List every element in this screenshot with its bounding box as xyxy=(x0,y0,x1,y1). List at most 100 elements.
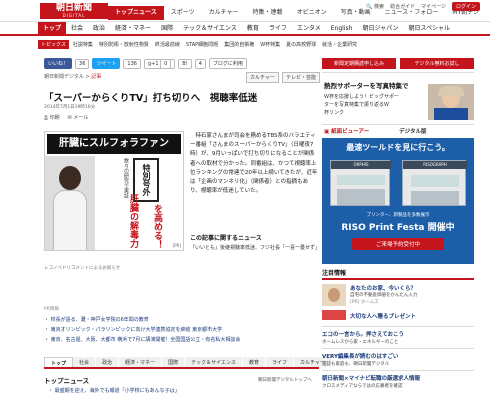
search-icon: 🔍 xyxy=(366,4,373,10)
section-entertainment[interactable]: エンタメ xyxy=(292,22,326,34)
featured-item-title[interactable]: VERY編集長が読むのはすごい xyxy=(322,352,398,360)
ad-sub2: を高める！ xyxy=(152,204,162,249)
social-buttons: いいね！ 36 ツイート 136 g+1 0 B! 4 ブログに利用 xyxy=(44,58,247,69)
promo-photo[interactable] xyxy=(428,84,474,120)
print-link[interactable]: ⎙ 印刷 xyxy=(44,114,60,121)
topnav-top-news[interactable]: トップニュース xyxy=(108,6,164,20)
article-date: 2014年7月1日19時16分 xyxy=(44,105,96,110)
pr-link[interactable]: ・ 校長が語る、灘・神戸女学院の6年間の教育 xyxy=(44,315,314,325)
digital-trial-button[interactable]: デジタル無料お試し xyxy=(400,58,474,69)
top-news-title: トップニュース xyxy=(44,377,90,385)
topic-link[interactable]: 社説特集 xyxy=(73,41,93,48)
ad-headline: 肝臓にスルフォラファン xyxy=(47,134,181,154)
article-tools: ⎙ 印刷 ✉ メール xyxy=(44,114,88,121)
section-life[interactable]: ライフ xyxy=(264,22,292,34)
tab-top[interactable]: トップ xyxy=(44,357,74,367)
tweet-button[interactable]: ツイート xyxy=(92,58,121,69)
mypage-link[interactable]: マイページ xyxy=(421,3,446,10)
section-english[interactable]: English xyxy=(326,22,358,34)
featured-item-sub: 雑誌も家庭も、朝日新聞デジタル xyxy=(322,362,390,367)
ad-person-photo xyxy=(45,156,95,250)
pr-link[interactable]: ・ 東京、名古屋、大阪、大都市 横浜で7月に講演開催！全国国語公立・有名私大相談… xyxy=(44,335,314,345)
topnav-opinion[interactable]: オピニオン xyxy=(290,6,334,20)
section-nav: トップ 社会 政治 経済・マネー 国際 テック＆サイエンス 教育 ライフ エンタ… xyxy=(0,22,490,36)
guide-link[interactable]: 総合ガイド xyxy=(390,3,415,10)
featured-thumb[interactable] xyxy=(322,310,346,320)
paper-viewer-link[interactable]: ▣ 紙面ビューアー xyxy=(324,127,369,135)
tab-politics[interactable]: 政治 xyxy=(96,357,120,367)
featured-item-title[interactable]: 朝日新聞×マイナビ転職の厳選求人情報 xyxy=(322,374,420,382)
print-icon: ⎙ xyxy=(44,115,49,121)
featured-header: 注目情報 xyxy=(322,268,474,280)
article-body: 特石家さんまが司会を務めるTBS系のバラエティー番組「さんまのスーパーからくりT… xyxy=(190,133,318,195)
breadcrumb-home[interactable]: 朝日新聞デジタル xyxy=(44,74,84,80)
tab-tech[interactable]: テック＆サイエンス xyxy=(185,357,243,367)
hatena-button[interactable]: B! xyxy=(178,58,192,69)
topic-link[interactable]: W杯特集 xyxy=(260,41,280,48)
tab-economy[interactable]: 経済・マネー xyxy=(119,357,163,367)
featured-item-sub: ホームレスから家・エネルギーのこと xyxy=(322,340,399,345)
search-link[interactable]: 🔍 検索 xyxy=(366,3,384,10)
featured-thumb[interactable] xyxy=(322,284,346,306)
topnav-features[interactable]: 特集・連載 xyxy=(246,6,290,20)
tab-life[interactable]: ライフ xyxy=(265,357,294,367)
breadcrumb: 朝日新聞デジタル > 記事 xyxy=(44,74,102,80)
facebook-like-button[interactable]: いいね！ xyxy=(44,58,73,69)
login-button[interactable]: ログイン xyxy=(451,2,480,11)
section-society[interactable]: 社会 xyxy=(66,22,88,34)
topic-link[interactable]: 夏の高校野球 xyxy=(286,41,316,48)
ad-sub1: 肝臓の解毒力 xyxy=(128,194,138,248)
topic-link[interactable]: 就活・企業研究 xyxy=(322,41,357,48)
tab-society[interactable]: 社会 xyxy=(73,357,97,367)
mail-link[interactable]: ✉ メール xyxy=(68,114,89,121)
topic-link[interactable]: STAP細胞問題 xyxy=(186,41,218,48)
topic-link[interactable]: 集団的自衛権 xyxy=(224,41,254,48)
related-item[interactable]: 「いいとも」後継視聴率低迷、フジ社長「一喜一憂せず」 xyxy=(190,244,320,252)
bottom-tabs: トップ 社会 政治 経済・マネー 国際 テック＆サイエンス 教育 ライフ カルチ… xyxy=(44,357,332,369)
banner-cta-button[interactable]: ご来場予約受付中 xyxy=(352,238,444,250)
tag-tv[interactable]: テレビ・芸能 xyxy=(281,72,320,83)
section-international[interactable]: 国際 xyxy=(156,22,178,34)
paper-icon: ▣ xyxy=(324,129,330,135)
featured-item-title[interactable]: あなたのお家、今いくら？ xyxy=(350,284,416,292)
topics-label: トピックス xyxy=(38,39,69,49)
printer-image: ORPHIS xyxy=(330,160,391,206)
banner-title: 最速ツールドを見に行こう。 xyxy=(346,143,450,152)
tab-education[interactable]: 教育 xyxy=(242,357,266,367)
riso-banner[interactable]: 最速ツールドを見に行こう。 ORPHIS RISOGRAPH プリンター、新製品… xyxy=(322,138,474,264)
section-asahi-japan[interactable]: 朝日ジャパン xyxy=(357,22,403,34)
section-top[interactable]: トップ xyxy=(38,22,67,34)
top-news-item[interactable]: ・ 最盛期を迎え、海外でも報道「小学校にもあんな子は」 xyxy=(48,387,180,394)
section-politics[interactable]: 政治 xyxy=(88,22,110,34)
section-education[interactable]: 教育 xyxy=(242,22,264,34)
logo-main: 朝日新聞 xyxy=(55,3,92,13)
gplus-button[interactable]: g+1 0 xyxy=(143,58,176,69)
promo-title[interactable]: 熱烈サポーターを写真特集で xyxy=(324,80,409,90)
featured-item-title[interactable]: エコの一言から。押さえておこう xyxy=(322,330,404,338)
related-title: この記事に関するニュース xyxy=(190,235,262,242)
featured-item-meta: [PR] ホームズ xyxy=(350,300,379,305)
topnav-sports[interactable]: スポーツ xyxy=(164,6,202,20)
topnav-culture[interactable]: カルチャー xyxy=(202,6,246,20)
topic-link[interactable]: 終活最前線 xyxy=(155,41,180,48)
divider xyxy=(322,124,474,125)
subscribe-button[interactable]: 新聞定期購読申し込み xyxy=(322,58,396,69)
site-logo[interactable]: 朝日新聞 DIGITAL xyxy=(40,3,108,19)
digital-edition-link[interactable]: デジタル版 xyxy=(399,127,426,135)
mail-icon: ✉ xyxy=(67,115,72,121)
tag-culture[interactable]: カルチャー xyxy=(246,72,279,83)
breadcrumb-current: 記事 xyxy=(91,74,102,80)
section-tech[interactable]: テック＆サイエンス xyxy=(178,22,242,34)
section-asahi-special[interactable]: 朝日スペシャル xyxy=(403,22,455,34)
pr-link[interactable]: ・ 東京オリンピック・パラリンピックに向け大学連携協定を締結 東京都市大学 xyxy=(44,325,314,335)
tab-international[interactable]: 国際 xyxy=(162,357,186,367)
divider xyxy=(322,370,474,371)
section-economy[interactable]: 経済・マネー xyxy=(110,22,156,34)
divider xyxy=(322,72,474,73)
topics-bar: トピックス 社説特集 特別防衛・放射性物質 終活最前線 STAP細胞問題 集団的… xyxy=(38,38,490,50)
article-ad-image[interactable]: 肝臓にスルフォラファン 数々の研究で実証 特別号外 肝臓の解毒力 を高める！ [… xyxy=(44,131,184,251)
featured-item-title[interactable]: 大切な人へ贈るプレゼント xyxy=(350,312,416,320)
topic-link[interactable]: 特別防衛・放射性物質 xyxy=(99,41,149,48)
top-news-link[interactable]: 朝日新聞デジタルトップへ xyxy=(258,377,312,383)
blog-button[interactable]: ブログに利用 xyxy=(208,58,247,69)
